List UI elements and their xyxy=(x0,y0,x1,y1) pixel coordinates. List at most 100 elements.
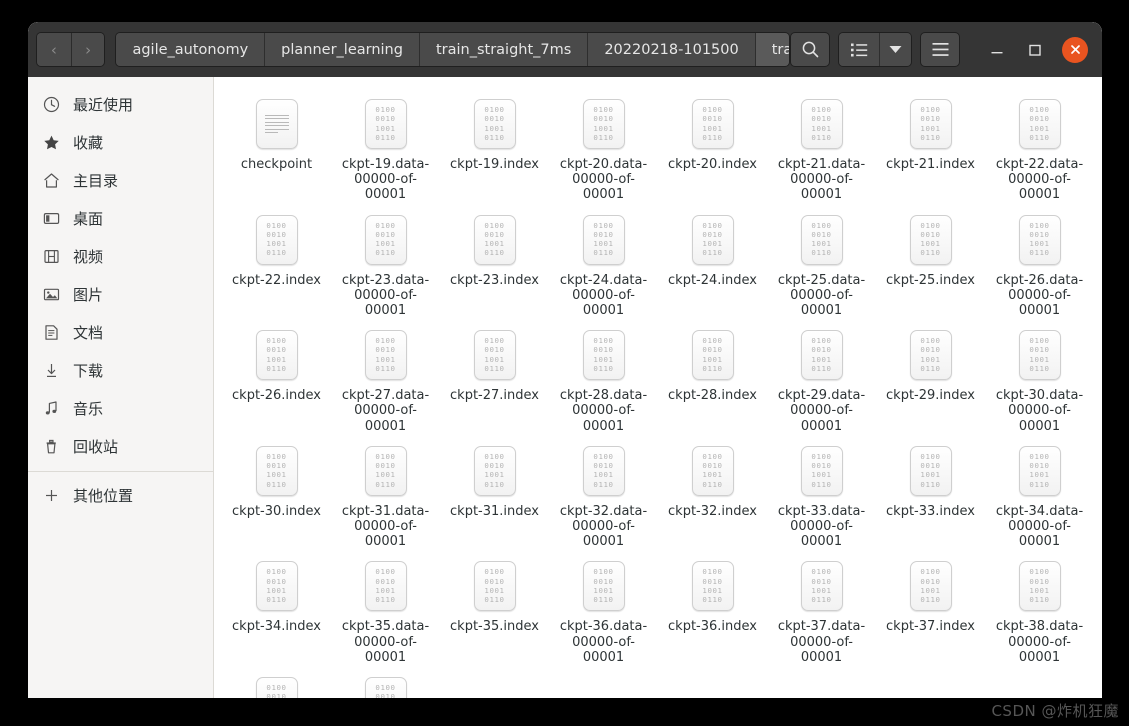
breadcrumb-item-2[interactable]: train_straight_7ms xyxy=(418,33,588,66)
binary-file-icon: 0100001010010110 xyxy=(1018,330,1061,381)
file-item[interactable]: 0100 0010 1001 0110 ckpt-33.data-00000-of-00… xyxy=(767,438,876,550)
binary-icon-row: 0010 xyxy=(484,576,505,586)
file-item[interactable]: 0100 0010 1001 0110 ckpt-27.data-00000-of-00… xyxy=(331,322,440,434)
sidebar-item-pictures[interactable]: 图片 xyxy=(28,275,213,313)
binary-file-icon-wrap: 0100001010010110 xyxy=(253,328,301,382)
file-item[interactable]: 0100 0010 1001 0110 ckpt-38.data-00000-of-00… xyxy=(985,553,1094,665)
breadcrumb-item-0[interactable]: agile_autonomy xyxy=(116,33,265,66)
file-item[interactable]: 0100 0010 1001 0110 ckpt-30.data-00000-of-00… xyxy=(985,322,1094,434)
forward-button[interactable]: › xyxy=(70,33,105,66)
file-item[interactable]: 0100 0010 1001 0110 ckpt-36.data-00000-of-00… xyxy=(549,553,658,665)
file-item[interactable]: 0100 0010 1001 0110 ckpt-22.data-00000-of-00… xyxy=(985,91,1094,203)
file-view[interactable]: checkpoint 0100 0010 1001 0110 ckpt-19.data-0… xyxy=(214,77,1102,698)
main-menu-button[interactable] xyxy=(920,32,960,67)
sidebar-item-desktop[interactable]: 桌面 xyxy=(28,199,213,237)
breadcrumb-label: train xyxy=(771,41,789,58)
file-item[interactable]: 0100 0010 1001 0110 ckpt-24.index xyxy=(658,207,767,319)
binary-icon-row: 0100 xyxy=(920,336,941,346)
binary-icon-row: 0010 xyxy=(484,229,505,239)
sidebar-item-starred[interactable]: 收藏 xyxy=(28,123,213,161)
close-button[interactable] xyxy=(1062,36,1088,63)
file-item[interactable]: 0100 0010 1001 0110 ckpt-33.index xyxy=(876,438,985,550)
file-item[interactable]: 0100 0010 1001 0110 ckpt-29.data-00000-of-00… xyxy=(767,322,876,434)
binary-icon-row: 0100 xyxy=(1029,451,1050,461)
sidebar-item-home[interactable]: 主目录 xyxy=(28,161,213,199)
file-item[interactable]: 0100 0010 1001 0110 ckpt-25.index xyxy=(876,207,985,319)
sidebar-item-other-locations[interactable]: 其他位置 xyxy=(28,476,213,514)
file-item[interactable]: 0100 0010 1001 0110 ckpt-34.data-00000-of-00… xyxy=(985,438,1094,550)
binary-file-icon-wrap: 0100001010010110 xyxy=(798,97,846,151)
file-item[interactable]: 0100 0010 1001 0110 ckpt-28.index xyxy=(658,322,767,434)
sidebar-item-label: 回收站 xyxy=(73,437,119,456)
file-item[interactable]: 0100 0010 1001 0110 ckpt-22.index xyxy=(222,207,331,319)
file-name-label: ckpt-27.data-00000-of-00001 xyxy=(341,388,430,434)
file-item[interactable]: 0100 0010 1001 0110 ckpt-32.data-00000-of-00… xyxy=(549,438,658,550)
text-icon-line xyxy=(264,125,289,127)
file-item[interactable]: 0100 0010 1001 0110 ckpt-20.index xyxy=(658,91,767,203)
file-item[interactable]: 0100 0010 1001 0110 ckpt-30.index xyxy=(222,438,331,550)
maximize-button[interactable] xyxy=(1024,39,1046,61)
breadcrumb-item-1[interactable]: planner_learning xyxy=(264,33,419,66)
binary-icon-row: 1001 xyxy=(266,239,287,249)
binary-icon-row: 0110 xyxy=(266,364,287,373)
sidebar-item-downloads[interactable]: 下载 xyxy=(28,351,213,389)
sidebar-item-music[interactable]: 音乐 xyxy=(28,389,213,427)
file-item[interactable]: 0100 0010 1001 0110 ckpt-37.data-00000-of-00… xyxy=(767,553,876,665)
breadcrumb-item-4-current[interactable]: train ▼ xyxy=(754,33,790,66)
file-item[interactable]: 0100 0010 1001 0110 ckpt-23.index xyxy=(440,207,549,319)
file-item[interactable]: 0100 0010 1001 0110 ckpt-25.data-00000-of-00… xyxy=(767,207,876,319)
binary-icon-row: 1001 xyxy=(375,470,396,480)
file-item[interactable]: 0100 0010 1001 0110 ckpt-21.index xyxy=(876,91,985,203)
file-item[interactable]: 0100 0010 1001 0110 ckpt-26.data-00000-of-00… xyxy=(985,207,1094,319)
file-name-label: ckpt-19.index xyxy=(450,157,539,172)
file-item[interactable]: 0100 0010 1001 0110 ckpt-36.index xyxy=(658,553,767,665)
file-item[interactable]: 0100 0010 1001 0110 ckpt-34.index xyxy=(222,553,331,665)
binary-icon-row: 0100 xyxy=(1029,104,1050,114)
back-button[interactable]: ‹ xyxy=(37,33,71,66)
file-item[interactable]: 0100 0010 1001 0110 ckpt-26.index xyxy=(222,322,331,434)
minimize-button[interactable] xyxy=(986,39,1008,61)
breadcrumb-item-3[interactable]: 20220218-101500 xyxy=(587,33,755,66)
sidebar-item-documents[interactable]: 文档 xyxy=(28,313,213,351)
file-name-label: ckpt-37.index xyxy=(886,619,975,635)
binary-icon-row: 0100 xyxy=(375,451,396,461)
binary-icon-row: 0010 xyxy=(1029,229,1050,239)
sidebar-item-videos[interactable]: 视频 xyxy=(28,237,213,275)
binary-icon-row: 0100 xyxy=(375,104,396,114)
file-name-label: ckpt-21.index xyxy=(886,157,975,172)
file-item[interactable]: 0100 0010 1001 0110 ckpt-19.data-00000-of-00… xyxy=(331,91,440,203)
binary-file-icon-wrap: 0100001010010110 xyxy=(689,97,737,151)
file-item[interactable]: 0100 0010 1001 0110 ckpt-27.index xyxy=(440,322,549,434)
list-view-button[interactable] xyxy=(839,33,879,66)
file-item[interactable]: 0100 0010 1001 0110 ckpt-19.index xyxy=(440,91,549,203)
file-item[interactable]: 0100 0010 1001 0110 ckpt-35.data-00000-of-00… xyxy=(331,553,440,665)
file-item[interactable]: 0100 0010 1001 0110 ckpt-35.index xyxy=(440,553,549,665)
file-item[interactable]: checkpoint xyxy=(222,91,331,203)
binary-file-icon: 0100001010010110 xyxy=(255,561,298,612)
binary-icon-row: 0110 xyxy=(593,132,614,142)
file-item[interactable]: 0100 0010 1001 0110 ckpt-37.index xyxy=(876,553,985,665)
view-dropdown-button[interactable] xyxy=(879,33,911,66)
header-bar: ‹ › agile_autonomy planner_learning trai… xyxy=(28,22,1102,77)
file-item[interactable]: 0100 0010 1001 0110 ckpt-23.data-00000-of-00… xyxy=(331,207,440,319)
file-item[interactable]: 0100001010010110ckpt-38.index xyxy=(222,669,331,698)
image-icon xyxy=(42,285,60,303)
file-item[interactable]: 0100 0010 1001 0110 ckpt-28.data-00000-of-00… xyxy=(549,322,658,434)
file-name-label: ckpt-24.data-00000-of-00001 xyxy=(559,272,648,319)
sidebar-item-trash[interactable]: 回收站 xyxy=(28,427,213,465)
file-item[interactable]: 0100 0010 1001 0110 ckpt-31.index xyxy=(440,438,549,550)
file-item[interactable]: 0100 0010 1001 0110 ckpt-32.index xyxy=(658,438,767,550)
file-item[interactable]: 0100001010010110events.out.tfevents.1645… xyxy=(331,669,440,698)
file-item[interactable]: 0100 0010 1001 0110 ckpt-24.data-00000-of-00… xyxy=(549,207,658,319)
sidebar-item-recent[interactable]: 最近使用 xyxy=(28,85,213,123)
binary-file-icon: 0100001010010110 xyxy=(800,561,843,612)
file-item[interactable]: 0100 0010 1001 0110 ckpt-31.data-00000-of-00… xyxy=(331,438,440,550)
search-button[interactable] xyxy=(790,32,830,67)
binary-icon-row: 0100 xyxy=(1029,220,1050,230)
binary-file-icon: 0100001010010110 xyxy=(582,445,625,496)
file-name-label: ckpt-25.index xyxy=(886,272,975,288)
file-item[interactable]: 0100 0010 1001 0110 ckpt-21.data-00000-of-00… xyxy=(767,91,876,203)
binary-icon-row: 0110 xyxy=(266,479,287,489)
file-item[interactable]: 0100 0010 1001 0110 ckpt-20.data-00000-of-00… xyxy=(549,91,658,203)
file-item[interactable]: 0100 0010 1001 0110 ckpt-29.index xyxy=(876,322,985,434)
